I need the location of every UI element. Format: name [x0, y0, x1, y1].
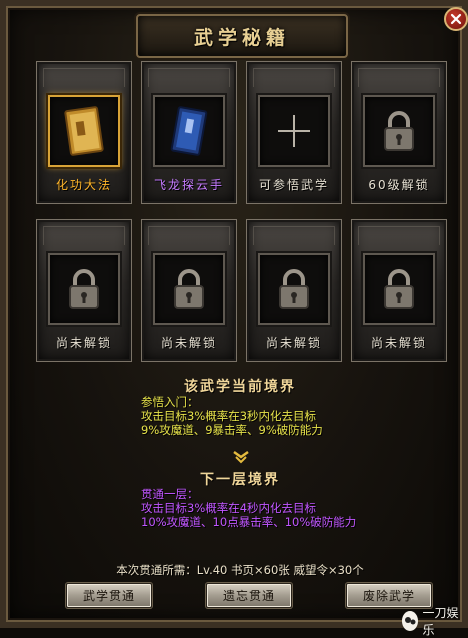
skill-slot-1[interactable]: 化功大法 [36, 61, 132, 204]
close-icon [450, 13, 462, 25]
window-title: 武学秘籍 [193, 26, 290, 49]
mastery-button[interactable]: 武学贯通 [66, 583, 152, 608]
slot-label: 飞龙探云手 [153, 178, 224, 192]
watermark-text: 一刀娱乐 [422, 606, 459, 637]
slot-ornament [358, 68, 440, 87]
plus-icon [278, 115, 310, 147]
watermark-logo-icon [402, 611, 419, 631]
slot-frame [153, 253, 225, 325]
next-realm-effect: 攻击目标3%概率在4秒内化去目标 [141, 501, 317, 515]
current-realm-level: 参悟入门： [141, 395, 199, 409]
slot-frame [363, 95, 435, 167]
martial-arts-window: 武学秘籍 化功大法 飞龙探云手 可参悟武学 60级解锁 尚未解锁 尚未解锁 尚未… [0, 0, 468, 637]
current-realm-heading: 该武学当前境界 [184, 379, 296, 395]
slot-ornament [43, 226, 125, 245]
slot-frame [48, 95, 120, 167]
next-realm-stats: 10%攻魔道、10点暴击率、10%破防能力 [141, 515, 357, 529]
slot-label: 可参悟武学 [258, 178, 329, 192]
close-button[interactable] [444, 7, 468, 31]
mastery-requirement: 本次贯通所需：Lv.40 书页×60张 威望令×30个 [116, 563, 364, 577]
slot-ornament [148, 226, 230, 245]
slot-frame [258, 253, 330, 325]
title-bar: 武学秘籍 [136, 14, 348, 58]
padlock-icon [384, 269, 414, 309]
watermark: 一刀娱乐 [402, 604, 462, 638]
skill-slot-8[interactable]: 尚未解锁 [351, 219, 447, 362]
slot-frame [363, 253, 435, 325]
slot-label: 尚未解锁 [160, 336, 217, 350]
current-realm-stats: 9%攻魔道、9暴击率、9%破防能力 [141, 423, 323, 437]
skill-slot-6[interactable]: 尚未解锁 [141, 219, 237, 362]
slot-label: 化功大法 [55, 178, 112, 192]
padlock-icon [279, 269, 309, 309]
slot-frame [153, 95, 225, 167]
padlock-icon [69, 269, 99, 309]
slot-ornament [43, 68, 125, 87]
padlock-icon [174, 269, 204, 309]
skill-slot-2[interactable]: 飞龙探云手 [141, 61, 237, 204]
slot-label: 60级解锁 [368, 178, 430, 192]
slot-ornament [253, 68, 335, 87]
slot-frame [48, 253, 120, 325]
skill-slot-3[interactable]: 可参悟武学 [246, 61, 342, 204]
slot-ornament [253, 226, 335, 245]
gold-book-icon [64, 106, 104, 156]
padlock-icon [384, 111, 414, 151]
next-realm-heading: 下一层境界 [200, 472, 280, 488]
slot-frame [258, 95, 330, 167]
forget-mastery-button[interactable]: 遗忘贯通 [206, 583, 292, 608]
current-realm-effect: 攻击目标3%概率在3秒内化去目标 [141, 409, 317, 423]
skill-slot-5[interactable]: 尚未解锁 [36, 219, 132, 362]
slot-label: 尚未解锁 [370, 336, 427, 350]
skill-slot-4[interactable]: 60级解锁 [351, 61, 447, 204]
blue-book-icon [170, 106, 208, 156]
skill-slot-7[interactable]: 尚未解锁 [246, 219, 342, 362]
slot-label: 尚未解锁 [55, 336, 112, 350]
slot-ornament [358, 226, 440, 245]
next-realm-level: 贯通一层： [141, 487, 199, 501]
slot-ornament [148, 68, 230, 87]
slot-label: 尚未解锁 [265, 336, 322, 350]
chevron-down-icon [233, 450, 249, 464]
